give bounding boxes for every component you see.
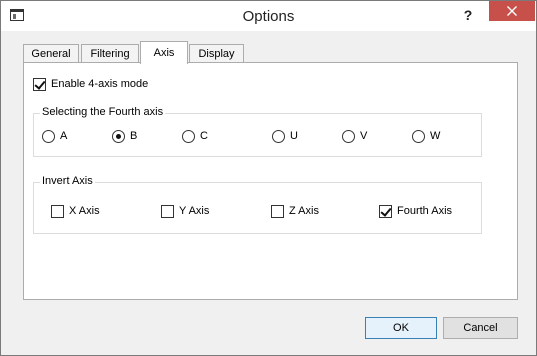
invert-z-axis-label[interactable]: Z Axis: [289, 205, 319, 217]
help-button[interactable]: ?: [458, 5, 478, 25]
fourth-axis-group-title: Selecting the Fourth axis: [40, 106, 166, 118]
tab-axis[interactable]: Axis: [140, 41, 188, 64]
options-dialog: Options ? General Filtering Axis Display…: [0, 0, 537, 356]
radio-axis-w[interactable]: [412, 130, 425, 143]
close-icon: [507, 6, 517, 16]
invert-axis-groupbox: Invert Axis X Axis Y Axis Z Axis Fourth …: [33, 175, 482, 234]
invert-fourth-axis-label[interactable]: Fourth Axis: [397, 205, 452, 217]
window-title: Options: [242, 8, 295, 25]
invert-z-axis-checkbox[interactable]: [271, 205, 284, 218]
invert-fourth-axis-checkbox[interactable]: [379, 205, 392, 218]
title-bar[interactable]: Options ?: [1, 1, 536, 31]
radio-axis-b-label[interactable]: B: [130, 130, 137, 142]
invert-x-axis-checkbox[interactable]: [51, 205, 64, 218]
radio-axis-c-label[interactable]: C: [200, 130, 208, 142]
radio-axis-v-label[interactable]: V: [360, 130, 367, 142]
radio-axis-u[interactable]: [272, 130, 285, 143]
invert-y-axis-checkbox[interactable]: [161, 205, 174, 218]
radio-axis-a-label[interactable]: A: [60, 130, 67, 142]
invert-y-axis-label[interactable]: Y Axis: [179, 205, 209, 217]
tab-general[interactable]: General: [23, 44, 79, 63]
radio-axis-a[interactable]: [42, 130, 55, 143]
tab-display[interactable]: Display: [189, 44, 244, 63]
radio-axis-w-label[interactable]: W: [430, 130, 440, 142]
invert-axis-group-title: Invert Axis: [40, 175, 95, 187]
close-button[interactable]: [489, 1, 535, 21]
ok-button[interactable]: OK: [365, 317, 437, 339]
radio-axis-v[interactable]: [342, 130, 355, 143]
fourth-axis-groupbox: Selecting the Fourth axis A B C U V W: [33, 106, 482, 157]
radio-axis-c[interactable]: [182, 130, 195, 143]
invert-x-axis-label[interactable]: X Axis: [69, 205, 100, 217]
tab-filtering[interactable]: Filtering: [81, 44, 139, 63]
radio-axis-b[interactable]: [112, 130, 125, 143]
enable-four-axis-label[interactable]: Enable 4-axis mode: [51, 78, 148, 90]
axis-tab-panel: Enable 4-axis mode Selecting the Fourth …: [23, 62, 518, 300]
radio-axis-u-label[interactable]: U: [290, 130, 298, 142]
enable-four-axis-checkbox[interactable]: [33, 78, 46, 91]
cancel-button[interactable]: Cancel: [443, 317, 518, 339]
